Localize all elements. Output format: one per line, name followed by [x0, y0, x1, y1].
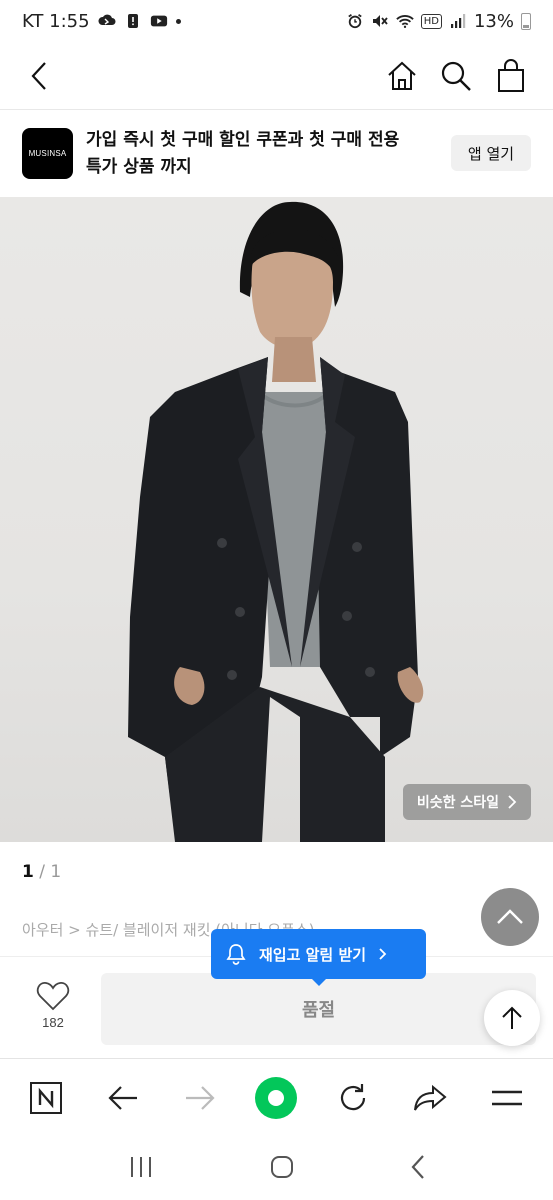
cart-button[interactable]: [489, 54, 533, 98]
shopping-bag-icon: [498, 59, 524, 92]
home-nav-button[interactable]: [269, 1154, 295, 1183]
android-back-button[interactable]: [410, 1154, 426, 1183]
restock-label: 재입고 알림 받기: [259, 945, 367, 964]
share-button[interactable]: [403, 1071, 457, 1125]
back-chevron-icon: [411, 1154, 424, 1179]
home-square-icon: [270, 1155, 293, 1178]
back-to-top-button[interactable]: [484, 990, 540, 1046]
recents-button[interactable]: [128, 1155, 154, 1182]
logo-text: MUSINSA: [28, 149, 67, 158]
status-bar: KT 1:55 HD 13%: [0, 0, 553, 42]
carrier-time: KT 1:55: [22, 10, 90, 32]
similar-style-label: 비슷한 스타일: [416, 795, 499, 811]
refresh-button[interactable]: [326, 1071, 380, 1125]
refresh-icon: [341, 1083, 366, 1110]
browser-toolbar: [0, 1058, 553, 1136]
back-icon: [31, 62, 46, 90]
browser-forward-button[interactable]: [173, 1071, 227, 1125]
banner-text: 가입 즉시 첫 구매 할인 쿠폰과 첫 구매 전용 특가 상품 까지: [86, 127, 431, 181]
home-icon: [388, 61, 416, 90]
forward-arrow-icon: [185, 1085, 215, 1110]
green-dot-button[interactable]: [249, 1071, 303, 1125]
similar-style-button[interactable]: 비슷한 스타일: [402, 784, 531, 820]
page-current: 1: [22, 862, 34, 882]
product-image[interactable]: 비슷한 스타일: [0, 197, 553, 842]
status-right: HD 13%: [346, 11, 531, 32]
app-banner: MUSINSA 가입 즉시 첫 구매 할인 쿠폰과 첫 구매 전용 특가 상품 …: [0, 111, 553, 197]
musinsa-logo: MUSINSA: [22, 128, 73, 179]
naver-home-button[interactable]: [19, 1071, 73, 1125]
alert-icon: [127, 14, 138, 28]
top-nav: [0, 42, 553, 110]
status-left: KT 1:55: [22, 11, 181, 32]
banner-line-2: 특가 상품 까지: [86, 157, 192, 177]
heart-icon: [36, 982, 70, 1011]
restock-alert-button[interactable]: 재입고 알림 받기: [211, 929, 426, 986]
notification-dot-icon: [175, 18, 181, 24]
model-photo: [128, 201, 424, 842]
green-dot-icon: [255, 1076, 298, 1119]
recents-icon: [130, 1156, 151, 1177]
wifi-icon: [396, 15, 414, 29]
menu-button[interactable]: [480, 1071, 534, 1125]
bell-icon: [226, 944, 246, 965]
menu-icon: [491, 1090, 522, 1105]
search-button[interactable]: [434, 54, 478, 98]
cloud-icon: [98, 14, 116, 25]
back-button[interactable]: [18, 54, 62, 98]
chevron-right-icon: [508, 795, 517, 809]
battery-icon: [521, 12, 531, 30]
share-icon: [413, 1084, 447, 1111]
like-count: 182: [42, 1015, 64, 1030]
page-total: 1: [50, 862, 62, 882]
hd-icon: HD: [420, 13, 442, 29]
youtube-icon: [150, 15, 167, 27]
naver-n-icon: [30, 1081, 63, 1114]
mute-icon: [372, 15, 388, 27]
chevron-up-icon: [497, 909, 523, 924]
signal-icon: [450, 14, 466, 28]
chevron-right-icon: [379, 948, 387, 960]
home-button[interactable]: [380, 54, 424, 98]
android-nav-bar: [0, 1136, 553, 1200]
back-arrow-icon: [108, 1085, 138, 1110]
scroll-up-button[interactable]: [481, 888, 539, 946]
image-pagination: 1 / 1: [22, 862, 61, 882]
battery-percent: 13%: [473, 10, 514, 32]
page-separator: /: [39, 862, 51, 882]
banner-line-1: 가입 즉시 첫 구매 할인 쿠폰과 첫 구매 전용: [86, 130, 400, 150]
browser-back-button[interactable]: [96, 1071, 150, 1125]
open-app-button[interactable]: 앱 열기: [451, 135, 531, 171]
arrow-up-icon: [502, 1006, 522, 1029]
alarm-icon: [348, 14, 362, 29]
like-button[interactable]: 182: [22, 981, 84, 1041]
search-icon: [441, 61, 471, 91]
